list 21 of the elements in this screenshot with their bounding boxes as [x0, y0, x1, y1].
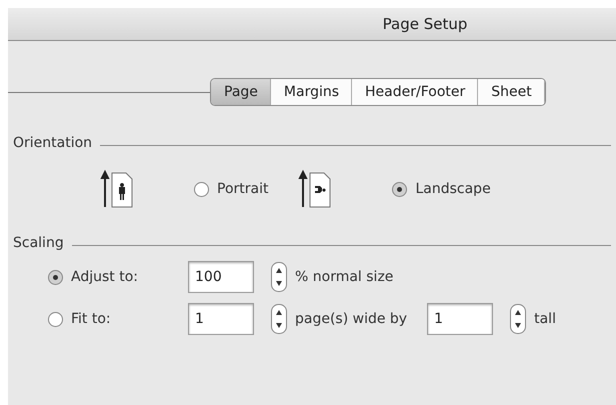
stepper[interactable] — [271, 262, 287, 292]
stepper[interactable] — [510, 304, 526, 334]
radio-label: Landscape — [415, 181, 491, 197]
radio-label: Fit to: — [71, 311, 111, 327]
radio-button[interactable] — [392, 182, 408, 196]
radio-button[interactable] — [48, 270, 63, 284]
number-field[interactable]: 1 — [188, 303, 254, 335]
radio-button[interactable] — [194, 182, 209, 196]
stepper[interactable] — [271, 304, 287, 334]
radio-label: Portrait — [217, 181, 268, 197]
field-label: page(s) wide by — [295, 311, 408, 327]
window-title: Page Setup — [382, 15, 468, 33]
field-label: % normal size — [295, 269, 394, 285]
number-field[interactable]: 1 — [427, 303, 494, 335]
radio-label: Adjust to: — [71, 269, 138, 285]
field-label: tall — [534, 311, 556, 327]
number-field[interactable]: 100 — [188, 261, 254, 293]
tab[interactable]: Page — [211, 79, 271, 105]
section-label: Orientation — [13, 135, 92, 151]
radio-button[interactable] — [48, 312, 63, 326]
section-label: Scaling — [13, 235, 64, 251]
